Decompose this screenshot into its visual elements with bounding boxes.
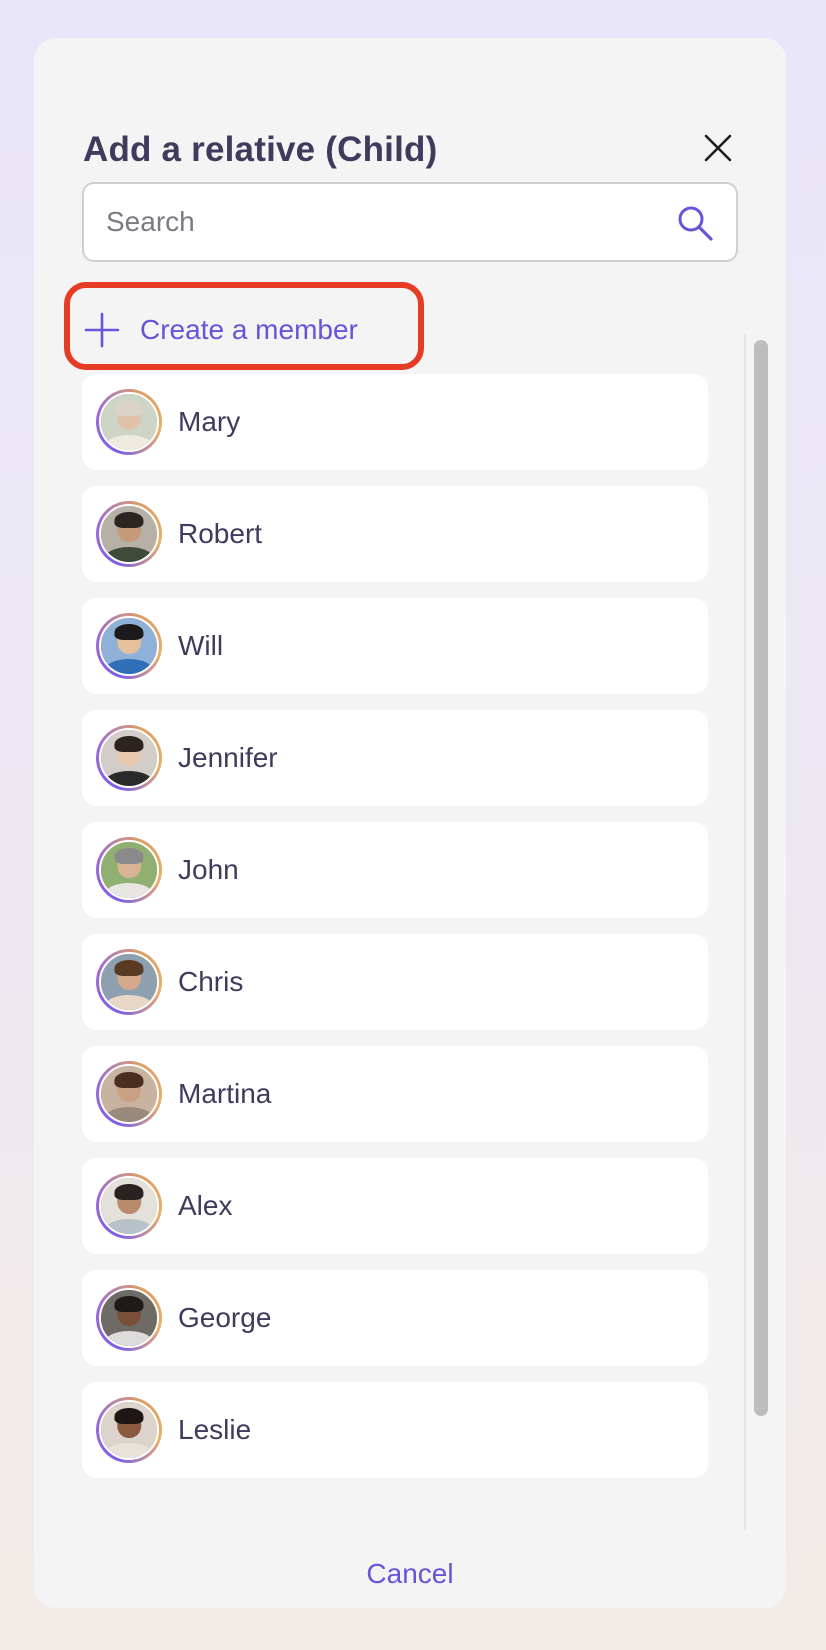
member-name: Will xyxy=(178,630,224,661)
avatar xyxy=(96,1285,162,1351)
member-name: Martina xyxy=(178,1078,272,1109)
create-member-label: Create a member xyxy=(140,314,358,345)
member-row[interactable]: Robert xyxy=(82,486,708,582)
avatar xyxy=(96,389,162,455)
member-name: John xyxy=(178,854,239,885)
search-icon[interactable] xyxy=(676,204,714,242)
member-row[interactable]: Martina xyxy=(82,1046,708,1142)
member-row[interactable]: John xyxy=(82,822,708,918)
member-name: Chris xyxy=(178,966,244,997)
cancel-button[interactable]: Cancel xyxy=(34,1558,786,1590)
member-row[interactable]: Will xyxy=(82,598,708,694)
dialog-title: Add a relative (Child) xyxy=(83,130,438,169)
avatar xyxy=(96,1397,162,1463)
close-button[interactable] xyxy=(696,126,740,170)
create-member-button[interactable]: Create a member xyxy=(64,280,420,380)
avatar xyxy=(96,1061,162,1127)
member-name: George xyxy=(178,1302,272,1333)
member-row[interactable]: George xyxy=(82,1270,708,1366)
member-row[interactable]: Leslie xyxy=(82,1382,708,1478)
avatar xyxy=(96,613,162,679)
avatar xyxy=(96,837,162,903)
scrollbar-track[interactable] xyxy=(744,334,770,1530)
member-row[interactable]: Jennifer xyxy=(82,710,708,806)
add-relative-dialog: Add a relative (Child) Create a member M… xyxy=(34,38,786,1608)
search-box xyxy=(82,182,738,262)
avatar xyxy=(96,725,162,791)
avatar xyxy=(96,1173,162,1239)
member-name: Mary xyxy=(178,406,241,437)
member-row[interactable]: Alex xyxy=(82,1158,708,1254)
member-name: Robert xyxy=(178,518,263,549)
scrollbar-thumb[interactable] xyxy=(754,340,768,1416)
member-name: Jennifer xyxy=(178,742,278,773)
member-row[interactable]: Mary xyxy=(82,374,708,470)
member-name: Alex xyxy=(178,1190,233,1221)
close-icon xyxy=(704,134,732,162)
search-input[interactable] xyxy=(106,184,666,260)
member-row[interactable]: Chris xyxy=(82,934,708,1030)
member-name: Leslie xyxy=(178,1414,252,1445)
plus-icon xyxy=(84,312,120,348)
avatar xyxy=(96,949,162,1015)
avatar xyxy=(96,501,162,567)
